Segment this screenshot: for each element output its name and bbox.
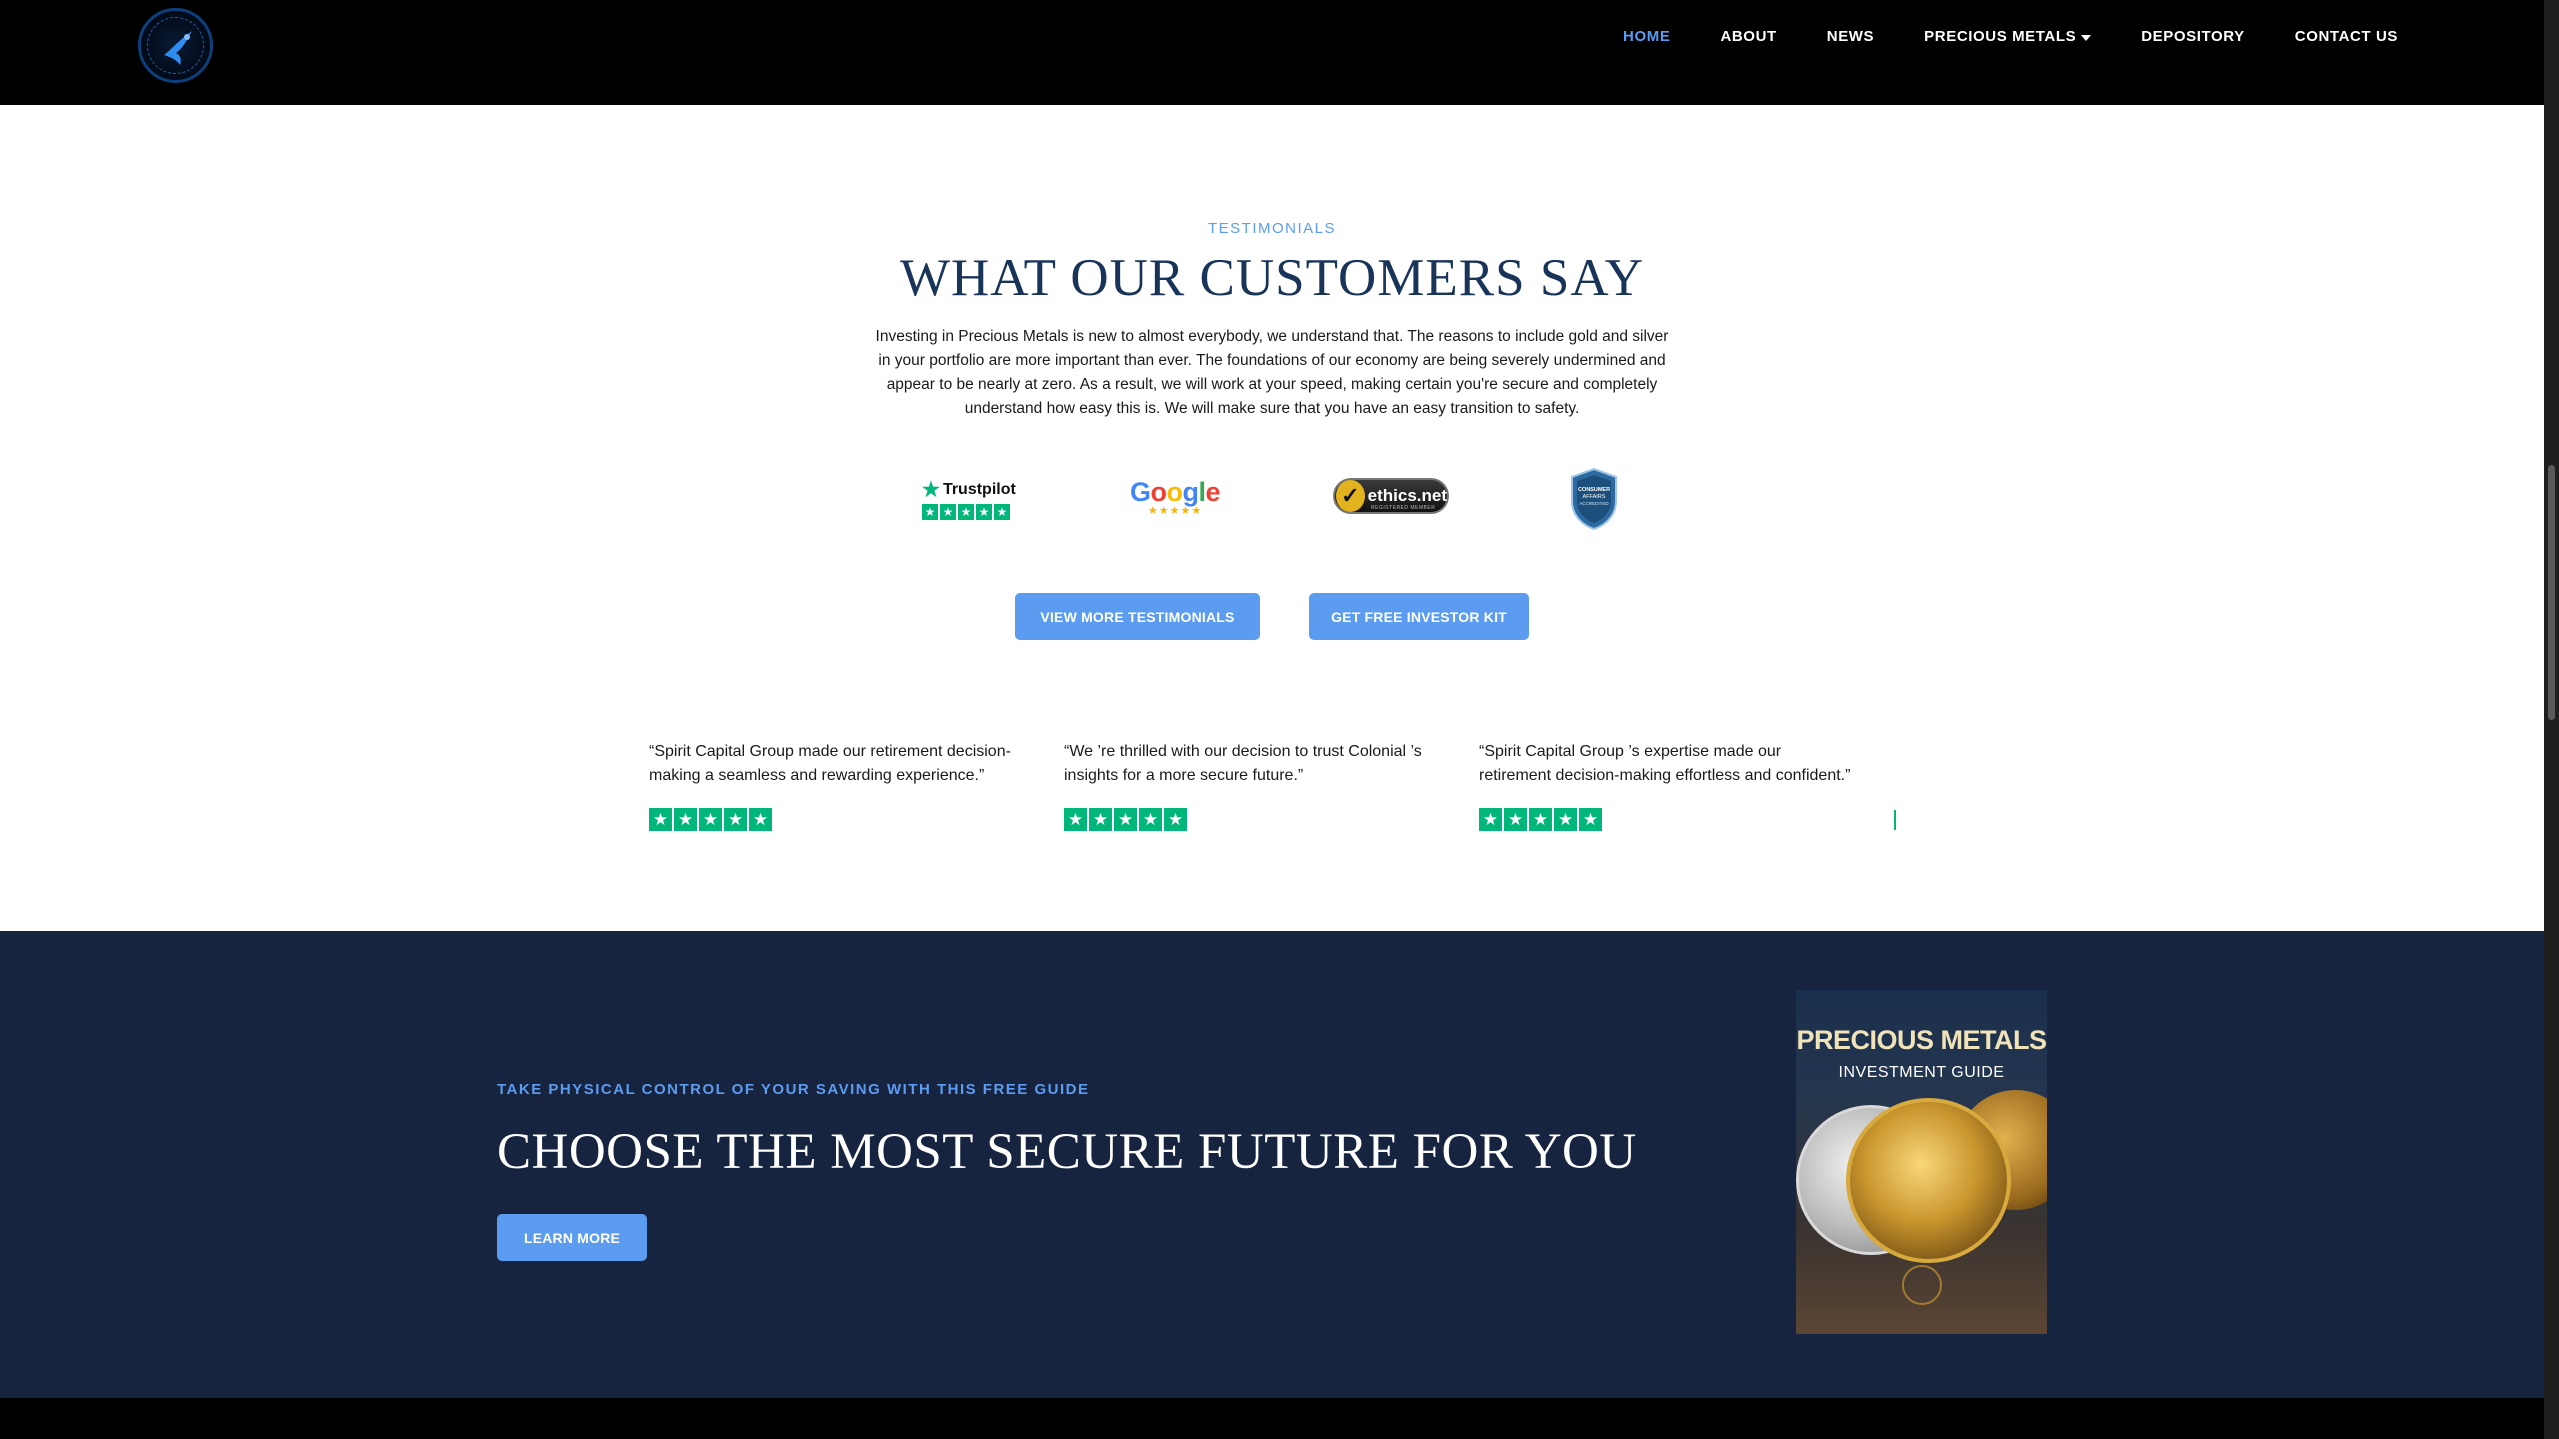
testimonial-card: “We ’re thrilled with our decision to tr… xyxy=(1064,740,1439,831)
ethics-net-badge[interactable]: ✓ ethics.net REGISTERED MEMBER xyxy=(1333,478,1449,514)
testimonial-rating: ★ ★ ★ ★ ★ xyxy=(649,808,1024,831)
testimonial-text: “Spirit Capital Group ’s expertise made … xyxy=(1479,743,1851,784)
trust-badges: ★ Trustpilot ★ ★ ★ ★ ★ Google ★★★★★ ✓ ethics… xyxy=(0,465,2544,535)
star-icon: ★ xyxy=(922,504,938,520)
star-icon: ★ xyxy=(940,504,956,520)
star-icon: ★ xyxy=(1114,808,1137,831)
consumer-affairs-badge[interactable]: CONSUMER AFFAIRS ACCREDITED xyxy=(1568,467,1620,531)
nav-home-label: HOME xyxy=(1623,28,1671,45)
testimonial-text: “Spirit Capital Group made our retiremen… xyxy=(649,743,1011,784)
testimonials-intro: Investing in Precious Metals is new to a… xyxy=(875,328,1669,417)
trustpilot-badge[interactable]: ★ Trustpilot ★ ★ ★ ★ ★ xyxy=(922,477,1016,520)
nav-contact-us[interactable]: CONTACT US xyxy=(2295,28,2398,45)
footer-strip xyxy=(0,1398,2544,1439)
investment-guide-cover[interactable]: PRECIOUS METALS INVESTMENT GUIDE xyxy=(1796,990,2047,1334)
nav-home[interactable]: HOME xyxy=(1623,28,1670,45)
star-icon: ★ xyxy=(749,808,772,831)
nav-precious-metals-label: PRECIOUS METALS xyxy=(1924,28,2077,45)
consumer-line-2: AFFAIRS xyxy=(1583,494,1606,500)
testimonial-rating: ★ ★ ★ ★ ★ xyxy=(1479,808,1854,831)
nav-depository[interactable]: DEPOSITORY xyxy=(2141,28,2245,45)
testimonial-card: “Spirit Capital Group made our retiremen… xyxy=(649,740,1024,831)
nav-links: HOME ABOUT NEWS PRECIOUS METALS DEPOSITO… xyxy=(1573,28,2398,45)
star-icon: ★ xyxy=(994,504,1010,520)
book-subtitle: INVESTMENT GUIDE xyxy=(1838,1064,2005,1081)
testimonial-card: “Spirit Capital Group ’s expertise made … xyxy=(1479,740,1854,831)
star-icon: ★ xyxy=(976,504,992,520)
star-icon: ★ xyxy=(1504,808,1527,831)
check-icon: ✓ xyxy=(1336,480,1365,512)
testimonials-heading: WHAT OUR CUSTOMERS SAY xyxy=(899,249,1645,307)
testimonial-rating: ★ ★ ★ ★ ★ xyxy=(1064,808,1439,831)
caret-down-icon xyxy=(2081,34,2092,41)
emblem-icon xyxy=(1902,1265,1942,1305)
star-icon: ★ xyxy=(1089,808,1112,831)
site-logo[interactable] xyxy=(138,8,213,83)
nav-about-label: ABOUT xyxy=(1720,28,1777,45)
star-icon: ★ xyxy=(699,808,722,831)
star-icon: ★ xyxy=(1479,808,1502,831)
consumer-line-1: CONSUMER xyxy=(1578,487,1610,493)
view-more-testimonials-button[interactable]: VIEW MORE TESTIMONIALS xyxy=(1015,593,1260,640)
nav-news-label: NEWS xyxy=(1826,28,1875,45)
ethics-label: ethics.net xyxy=(1367,486,1447,505)
gold-coin-image xyxy=(1846,1098,2011,1263)
guide-section: TAKE PHYSICAL CONTROL OF YOUR SAVING WIT… xyxy=(0,931,2544,1398)
star-icon: ★ xyxy=(1164,808,1187,831)
testimonial-text: “We ’re thrilled with our decision to tr… xyxy=(1064,743,1422,784)
shield-icon: CONSUMER AFFAIRS ACCREDITED xyxy=(1571,467,1617,531)
trustpilot-rating: ★ ★ ★ ★ ★ xyxy=(922,504,1016,520)
trustpilot-wordmark: ★ Trustpilot xyxy=(922,477,1016,502)
get-free-investor-kit-button[interactable]: GET FREE INVESTOR KIT xyxy=(1309,593,1529,640)
star-icon: ★ xyxy=(674,808,697,831)
nav-contact-label: CONTACT US xyxy=(2294,28,2398,45)
bird-icon xyxy=(164,31,192,65)
carousel-next-peek xyxy=(1894,810,1896,830)
book-title: PRECIOUS METALS xyxy=(1796,1025,2047,1055)
nav-depository-label: DEPOSITORY xyxy=(2141,28,2245,45)
page: HOME ABOUT NEWS PRECIOUS METALS DEPOSITO… xyxy=(0,0,2559,1439)
google-badge[interactable]: Google ★★★★★ xyxy=(1130,477,1221,517)
star-icon: ★ xyxy=(1139,808,1162,831)
nav-about[interactable]: ABOUT xyxy=(1720,28,1776,45)
guide-eyebrow: TAKE PHYSICAL CONTROL OF YOUR SAVING WIT… xyxy=(497,1081,1090,1098)
nav-news[interactable]: NEWS xyxy=(1827,28,1874,45)
scrollbar-thumb[interactable] xyxy=(2548,465,2555,720)
star-icon: ★ xyxy=(724,808,747,831)
testimonials-eyebrow: TESTIMONIALS xyxy=(1207,220,1337,237)
learn-more-button[interactable]: LEARN MORE xyxy=(497,1214,647,1261)
top-nav: HOME ABOUT NEWS PRECIOUS METALS DEPOSITO… xyxy=(0,0,2544,105)
star-icon: ★ xyxy=(958,504,974,520)
star-icon: ★ xyxy=(649,808,672,831)
consumer-line-3: ACCREDITED xyxy=(1579,501,1609,506)
scrollbar[interactable] xyxy=(2544,0,2559,1439)
guide-title: CHOOSE THE MOST SECURE FUTURE FOR YOU xyxy=(497,1124,1637,1180)
star-icon: ★ xyxy=(1064,808,1087,831)
trustpilot-star-icon: ★ xyxy=(922,479,940,501)
ethics-sub-label: REGISTERED MEMBER xyxy=(1371,505,1436,511)
star-icon: ★ xyxy=(1554,808,1577,831)
nav-precious-metals[interactable]: PRECIOUS METALS xyxy=(1924,28,2092,45)
star-icon: ★ xyxy=(1579,808,1602,831)
star-icon: ★ xyxy=(1529,808,1552,831)
trustpilot-label: Trustpilot xyxy=(942,480,1016,498)
